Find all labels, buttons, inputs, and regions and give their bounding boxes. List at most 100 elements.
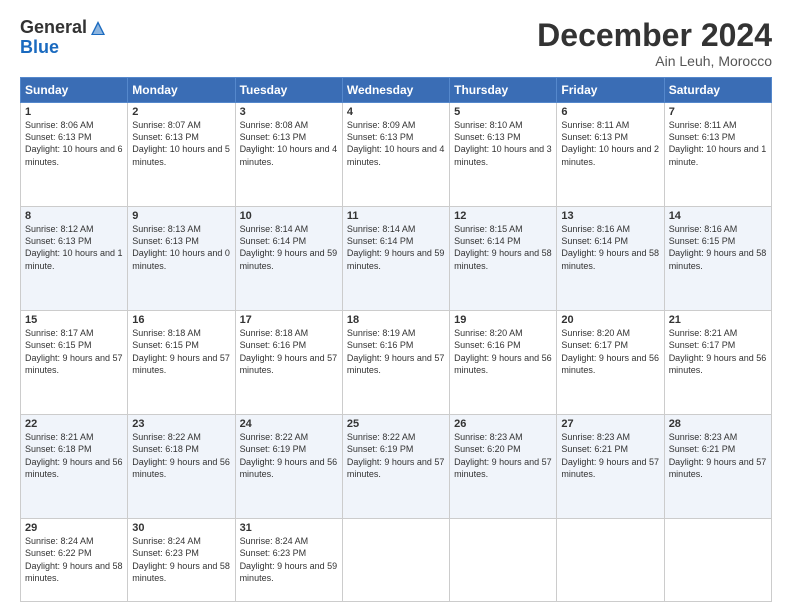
day-number: 10 <box>240 210 338 222</box>
cell-details: Sunrise: 8:21 AM Sunset: 6:17 PM Dayligh… <box>669 327 767 376</box>
sunset-text: Sunset: 6:13 PM <box>132 132 199 142</box>
header-monday: Monday <box>128 78 235 103</box>
cell-details: Sunrise: 8:22 AM Sunset: 6:18 PM Dayligh… <box>132 431 230 480</box>
day-number: 2 <box>132 106 230 118</box>
cell-details: Sunrise: 8:23 AM Sunset: 6:21 PM Dayligh… <box>669 431 767 480</box>
table-row: 27 Sunrise: 8:23 AM Sunset: 6:21 PM Dayl… <box>557 415 664 519</box>
table-row: 18 Sunrise: 8:19 AM Sunset: 6:16 PM Dayl… <box>342 311 449 415</box>
day-number: 7 <box>669 106 767 118</box>
sunrise-text: Sunrise: 8:22 AM <box>240 432 309 442</box>
daylight-text: Daylight: 10 hours and 3 minutes. <box>454 144 552 166</box>
table-row: 20 Sunrise: 8:20 AM Sunset: 6:17 PM Dayl… <box>557 311 664 415</box>
table-row: 28 Sunrise: 8:23 AM Sunset: 6:21 PM Dayl… <box>664 415 771 519</box>
daylight-text: Daylight: 9 hours and 59 minutes. <box>240 561 338 583</box>
table-row: 2 Sunrise: 8:07 AM Sunset: 6:13 PM Dayli… <box>128 103 235 207</box>
table-row: 23 Sunrise: 8:22 AM Sunset: 6:18 PM Dayl… <box>128 415 235 519</box>
sunset-text: Sunset: 6:19 PM <box>347 444 414 454</box>
cell-details: Sunrise: 8:24 AM Sunset: 6:23 PM Dayligh… <box>240 535 338 584</box>
sunrise-text: Sunrise: 8:07 AM <box>132 120 201 130</box>
table-row: 6 Sunrise: 8:11 AM Sunset: 6:13 PM Dayli… <box>557 103 664 207</box>
sunrise-text: Sunrise: 8:23 AM <box>561 432 630 442</box>
daylight-text: Daylight: 9 hours and 57 minutes. <box>347 457 445 479</box>
table-row <box>557 519 664 602</box>
sunrise-text: Sunrise: 8:23 AM <box>669 432 738 442</box>
day-number: 12 <box>454 210 552 222</box>
day-number: 31 <box>240 522 338 534</box>
main-title: December 2024 <box>537 18 772 53</box>
daylight-text: Daylight: 9 hours and 57 minutes. <box>347 353 445 375</box>
table-row: 7 Sunrise: 8:11 AM Sunset: 6:13 PM Dayli… <box>664 103 771 207</box>
table-row: 17 Sunrise: 8:18 AM Sunset: 6:16 PM Dayl… <box>235 311 342 415</box>
day-number: 30 <box>132 522 230 534</box>
day-number: 23 <box>132 418 230 430</box>
calendar-week-row: 1 Sunrise: 8:06 AM Sunset: 6:13 PM Dayli… <box>21 103 772 207</box>
sunset-text: Sunset: 6:21 PM <box>669 444 736 454</box>
sunset-text: Sunset: 6:13 PM <box>561 132 628 142</box>
cell-details: Sunrise: 8:13 AM Sunset: 6:13 PM Dayligh… <box>132 223 230 272</box>
daylight-text: Daylight: 10 hours and 4 minutes. <box>240 144 338 166</box>
sunset-text: Sunset: 6:16 PM <box>347 340 414 350</box>
table-row: 29 Sunrise: 8:24 AM Sunset: 6:22 PM Dayl… <box>21 519 128 602</box>
sunrise-text: Sunrise: 8:08 AM <box>240 120 309 130</box>
daylight-text: Daylight: 10 hours and 0 minutes. <box>132 248 230 270</box>
header-saturday: Saturday <box>664 78 771 103</box>
cell-details: Sunrise: 8:16 AM Sunset: 6:15 PM Dayligh… <box>669 223 767 272</box>
cell-details: Sunrise: 8:21 AM Sunset: 6:18 PM Dayligh… <box>25 431 123 480</box>
sunset-text: Sunset: 6:13 PM <box>240 132 307 142</box>
daylight-text: Daylight: 10 hours and 1 minute. <box>669 144 767 166</box>
sunset-text: Sunset: 6:13 PM <box>132 236 199 246</box>
daylight-text: Daylight: 9 hours and 58 minutes. <box>561 248 659 270</box>
calendar-week-row: 29 Sunrise: 8:24 AM Sunset: 6:22 PM Dayl… <box>21 519 772 602</box>
day-number: 15 <box>25 314 123 326</box>
table-row: 11 Sunrise: 8:14 AM Sunset: 6:14 PM Dayl… <box>342 207 449 311</box>
sunrise-text: Sunrise: 8:23 AM <box>454 432 523 442</box>
table-row: 26 Sunrise: 8:23 AM Sunset: 6:20 PM Dayl… <box>450 415 557 519</box>
day-number: 22 <box>25 418 123 430</box>
sunset-text: Sunset: 6:15 PM <box>669 236 736 246</box>
daylight-text: Daylight: 9 hours and 56 minutes. <box>25 457 123 479</box>
cell-details: Sunrise: 8:12 AM Sunset: 6:13 PM Dayligh… <box>25 223 123 272</box>
sunrise-text: Sunrise: 8:12 AM <box>25 224 94 234</box>
sunset-text: Sunset: 6:18 PM <box>25 444 92 454</box>
sunrise-text: Sunrise: 8:11 AM <box>561 120 629 130</box>
table-row: 24 Sunrise: 8:22 AM Sunset: 6:19 PM Dayl… <box>235 415 342 519</box>
table-row: 14 Sunrise: 8:16 AM Sunset: 6:15 PM Dayl… <box>664 207 771 311</box>
table-row <box>450 519 557 602</box>
table-row: 25 Sunrise: 8:22 AM Sunset: 6:19 PM Dayl… <box>342 415 449 519</box>
cell-details: Sunrise: 8:08 AM Sunset: 6:13 PM Dayligh… <box>240 119 338 168</box>
header-sunday: Sunday <box>21 78 128 103</box>
header-tuesday: Tuesday <box>235 78 342 103</box>
calendar-table: Sunday Monday Tuesday Wednesday Thursday… <box>20 77 772 602</box>
sunset-text: Sunset: 6:23 PM <box>240 548 307 558</box>
header-wednesday: Wednesday <box>342 78 449 103</box>
sunrise-text: Sunrise: 8:10 AM <box>454 120 523 130</box>
table-row: 21 Sunrise: 8:21 AM Sunset: 6:17 PM Dayl… <box>664 311 771 415</box>
day-number: 8 <box>25 210 123 222</box>
table-row: 13 Sunrise: 8:16 AM Sunset: 6:14 PM Dayl… <box>557 207 664 311</box>
day-number: 26 <box>454 418 552 430</box>
day-number: 24 <box>240 418 338 430</box>
title-block: December 2024 Ain Leuh, Morocco <box>537 18 772 69</box>
daylight-text: Daylight: 9 hours and 56 minutes. <box>132 457 230 479</box>
table-row: 19 Sunrise: 8:20 AM Sunset: 6:16 PM Dayl… <box>450 311 557 415</box>
daylight-text: Daylight: 9 hours and 59 minutes. <box>347 248 445 270</box>
cell-details: Sunrise: 8:24 AM Sunset: 6:22 PM Dayligh… <box>25 535 123 584</box>
sunrise-text: Sunrise: 8:09 AM <box>347 120 416 130</box>
sunset-text: Sunset: 6:14 PM <box>347 236 414 246</box>
sunrise-text: Sunrise: 8:22 AM <box>347 432 416 442</box>
day-number: 19 <box>454 314 552 326</box>
daylight-text: Daylight: 9 hours and 56 minutes. <box>454 353 552 375</box>
table-row: 9 Sunrise: 8:13 AM Sunset: 6:13 PM Dayli… <box>128 207 235 311</box>
daylight-text: Daylight: 9 hours and 57 minutes. <box>25 353 123 375</box>
daylight-text: Daylight: 9 hours and 58 minutes. <box>454 248 552 270</box>
sunset-text: Sunset: 6:14 PM <box>454 236 521 246</box>
day-number: 13 <box>561 210 659 222</box>
table-row: 8 Sunrise: 8:12 AM Sunset: 6:13 PM Dayli… <box>21 207 128 311</box>
daylight-text: Daylight: 9 hours and 58 minutes. <box>669 248 767 270</box>
cell-details: Sunrise: 8:22 AM Sunset: 6:19 PM Dayligh… <box>347 431 445 480</box>
daylight-text: Daylight: 9 hours and 57 minutes. <box>132 353 230 375</box>
table-row: 15 Sunrise: 8:17 AM Sunset: 6:15 PM Dayl… <box>21 311 128 415</box>
daylight-text: Daylight: 9 hours and 56 minutes. <box>669 353 767 375</box>
day-number: 3 <box>240 106 338 118</box>
day-number: 29 <box>25 522 123 534</box>
